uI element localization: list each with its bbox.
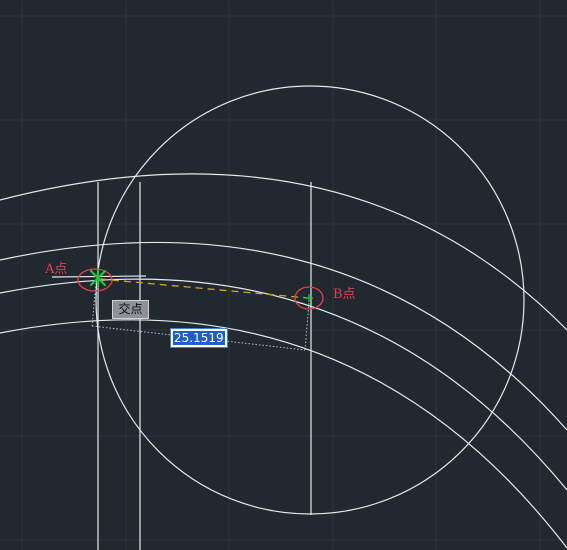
point-b-snap-icon (305, 294, 313, 302)
dynamic-input-field[interactable]: 25.1519 (170, 328, 228, 348)
arc-4[interactable] (0, 319, 567, 549)
big-circle[interactable] (95, 85, 525, 515)
grid (0, 0, 567, 550)
arc-3[interactable] (0, 278, 567, 491)
rubber-band-line (99, 278, 309, 299)
point-b-label: B点 (333, 287, 356, 302)
snap-tooltip: 交点 (112, 300, 149, 319)
arc-1[interactable] (0, 173, 567, 331)
point-a-label: A点 (45, 262, 68, 277)
model-space[interactable] (0, 0, 567, 550)
dynamic-input-value[interactable]: 25.1519 (173, 331, 225, 345)
drawing-canvas[interactable]: A点 B点 交点 25.1519 (0, 0, 567, 550)
intersection-snap-icon (89, 267, 107, 289)
